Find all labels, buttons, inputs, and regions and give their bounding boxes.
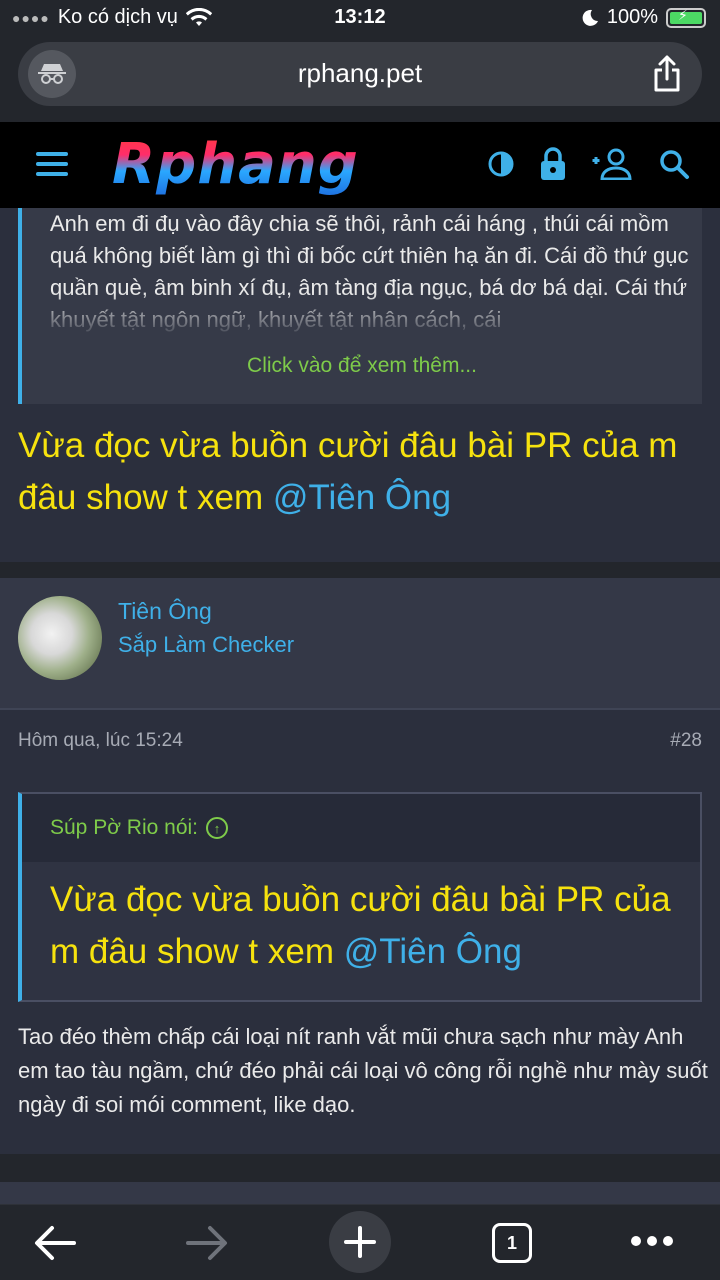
address-bar[interactable]: rphang.pet: [18, 42, 702, 106]
avatar[interactable]: [18, 596, 102, 680]
lock-icon[interactable]: [538, 146, 568, 182]
back-icon[interactable]: [34, 1225, 76, 1261]
expand-quote-link[interactable]: Click vào để xem thêm...: [22, 354, 702, 378]
url-text[interactable]: rphang.pet: [18, 58, 702, 89]
post-separator: [0, 1154, 720, 1182]
plus-icon: [344, 1226, 376, 1258]
post-content: Vừa đọc vừa buồn cười đâu bài PR của m đ…: [18, 420, 708, 524]
quote-author-link[interactable]: Súp Pờ Rio nói: ↑: [50, 816, 229, 840]
arrow-up-circle-icon[interactable]: ↑: [206, 817, 229, 839]
status-bar: ●●●● Ko có dịch vụ 13:12 100% ⚡: [0, 0, 720, 38]
forward-icon[interactable]: [186, 1225, 228, 1261]
menu-icon[interactable]: [36, 152, 68, 182]
post-user-card: Tiên Ông Sắp Làm Checker: [0, 578, 720, 710]
site-logo[interactable]: Rphang: [112, 132, 359, 197]
battery-icon: ⚡: [666, 7, 706, 28]
post-separator: [0, 562, 720, 578]
header-actions: [488, 146, 690, 182]
browser-toolbar: 1: [0, 1204, 720, 1280]
username-link[interactable]: Tiên Ông: [118, 598, 212, 625]
quote-author[interactable]: Súp Pờ Rio nói:: [50, 816, 198, 840]
quote-header: Súp Pờ Rio nói: ↑: [22, 794, 700, 862]
quote-block: Súp Pờ Rio nói: ↑ Vừa đọc vừa buồn cười …: [18, 792, 702, 1002]
quote-body: Vừa đọc vừa buồn cười đâu bài PR của m đ…: [50, 874, 680, 978]
battery-percent: 100%: [606, 6, 658, 28]
quote-block: Anh em đi đụ vào đây chia sẽ thôi, rảnh …: [18, 208, 702, 404]
new-tab-button[interactable]: [329, 1211, 391, 1273]
tabs-button[interactable]: 1: [492, 1223, 532, 1263]
share-icon[interactable]: [652, 54, 682, 92]
mention-link[interactable]: @Tiên Ông: [344, 932, 522, 971]
status-right: 100% ⚡: [581, 6, 706, 29]
site-header: Rphang: [0, 122, 720, 208]
browser-chrome: rphang.pet: [0, 38, 720, 122]
quote-fade: [22, 292, 702, 336]
more-icon[interactable]: [630, 1235, 674, 1247]
post-number[interactable]: #28: [670, 730, 702, 752]
search-icon[interactable]: [658, 148, 690, 180]
moon-icon: [582, 9, 598, 26]
post-body: Tao đéo thèm chấp cái loại nít ranh vắt …: [18, 1024, 708, 1117]
user-title: Sắp Làm Checker: [118, 632, 295, 657]
post-timestamp[interactable]: Hôm qua, lúc 15:24: [18, 730, 183, 752]
theme-toggle-icon[interactable]: [488, 151, 514, 177]
mention-link[interactable]: @Tiên Ông: [273, 478, 451, 517]
register-icon[interactable]: [592, 148, 634, 180]
post-meta: Hôm qua, lúc 15:24 #28: [0, 712, 720, 772]
